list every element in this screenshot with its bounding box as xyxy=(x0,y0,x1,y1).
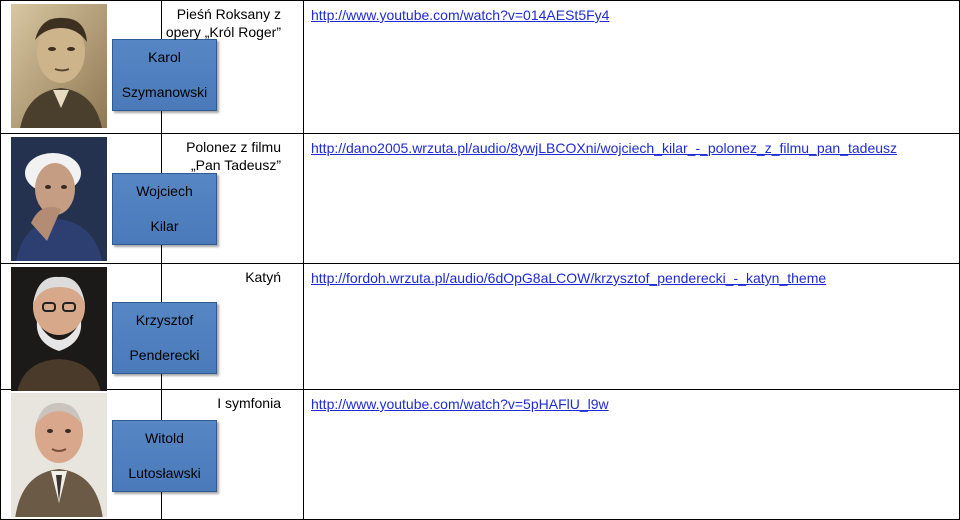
composer-cell: Wojciech Kilar xyxy=(0,133,217,264)
music-link[interactable]: http://fordoh.wrzuta.pl/audio/6dOpG8aLCO… xyxy=(304,264,826,287)
work-cell: Pieśń Roksany z opery „Król Roger” xyxy=(161,0,304,134)
work-title-line2: „Pan Tadeusz” xyxy=(190,157,281,173)
work-title-line1: Polonez z filmu xyxy=(186,139,281,155)
composer-cell: Karol Szymanowski xyxy=(0,0,217,134)
work-title: Katyń xyxy=(162,264,303,286)
composer-portrait xyxy=(11,137,107,261)
work-title-line1: I symfonia xyxy=(217,395,281,411)
composers-table: Karol Szymanowski Pieśń Roksany z opery … xyxy=(0,0,960,520)
link-cell: http://fordoh.wrzuta.pl/audio/6dOpG8aLCO… xyxy=(303,263,960,390)
link-cell: http://www.youtube.com/watch?v=5pHAFlU_l… xyxy=(303,389,960,520)
work-title-line1: Pieśń Roksany z xyxy=(176,6,281,22)
music-link[interactable]: http://dano2005.wrzuta.pl/audio/8ywjLBCO… xyxy=(304,134,897,157)
work-title: Polonez z filmu „Pan Tadeusz” xyxy=(162,134,303,174)
work-cell: Katyń xyxy=(161,263,304,390)
table-row: Witold Lutosławski I symfonia http://www… xyxy=(0,389,960,520)
table-row: Krzysztof Penderecki Katyń http://fordoh… xyxy=(0,263,960,391)
work-cell: Polonez z filmu „Pan Tadeusz” xyxy=(161,133,304,264)
link-cell: http://www.youtube.com/watch?v=014AESt5F… xyxy=(303,0,960,134)
composer-portrait xyxy=(11,4,107,128)
table-row: Karol Szymanowski Pieśń Roksany z opery … xyxy=(0,0,960,134)
work-title: I symfonia xyxy=(162,390,303,412)
composer-cell: Witold Lutosławski xyxy=(0,389,217,520)
work-title-line1: Katyń xyxy=(245,269,281,285)
work-title-line2: opery „Król Roger” xyxy=(165,24,281,40)
link-cell: http://dano2005.wrzuta.pl/audio/8ywjLBCO… xyxy=(303,133,960,264)
composer-portrait xyxy=(11,393,107,517)
composer-portrait xyxy=(11,267,107,391)
composer-cell: Krzysztof Penderecki xyxy=(0,263,217,391)
music-link[interactable]: http://www.youtube.com/watch?v=014AESt5F… xyxy=(304,1,609,24)
work-cell: I symfonia xyxy=(161,389,304,520)
music-link[interactable]: http://www.youtube.com/watch?v=5pHAFlU_l… xyxy=(304,390,609,413)
work-title: Pieśń Roksany z opery „Król Roger” xyxy=(162,1,303,41)
table-row: Wojciech Kilar Polonez z filmu „Pan Tade… xyxy=(0,133,960,264)
